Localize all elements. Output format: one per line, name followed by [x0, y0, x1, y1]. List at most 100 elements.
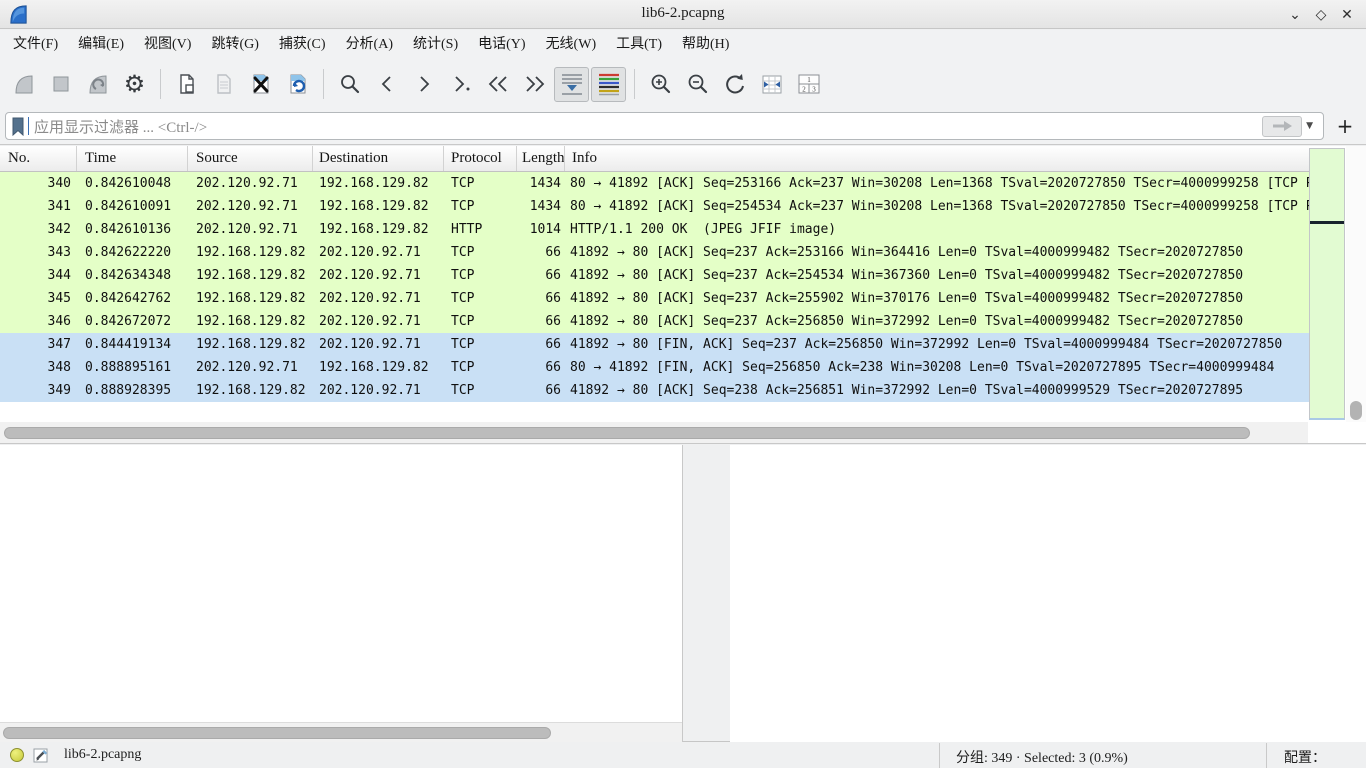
menu-item-8[interactable]: 无线(W) [536, 30, 607, 60]
go-first-button[interactable] [480, 67, 515, 102]
cell-time: 0.842642762 [77, 287, 188, 310]
status-profile[interactable]: 配置：Default [1284, 747, 1366, 768]
menu-item-1[interactable]: 编辑(E) [68, 30, 134, 60]
resize-columns-button[interactable] [754, 67, 789, 102]
add-filter-button[interactable]: + [1332, 114, 1358, 138]
packet-row[interactable]: 349 0.888928395 192.168.129.82 202.120.9… [0, 379, 1309, 402]
cell-source: 202.120.92.71 [188, 356, 313, 379]
apply-filter-button[interactable] [1262, 116, 1302, 137]
display-filter-input[interactable]: 应用显示过滤器 ... <Ctrl-/> ▼ [5, 112, 1324, 140]
menu-item-3[interactable]: 跳转(G) [201, 30, 268, 60]
cell-protocol: TCP [444, 172, 517, 195]
cell-no: 348 [0, 356, 77, 379]
go-back-button[interactable] [369, 67, 404, 102]
packet-list-vertical-scrollbar[interactable] [1346, 146, 1366, 422]
lower-panes [0, 445, 1366, 742]
cell-protocol: HTTP [444, 218, 517, 241]
column-header-no[interactable]: No. [0, 146, 77, 171]
cell-source: 202.120.92.71 [188, 172, 313, 195]
filter-dropdown-caret[interactable]: ▼ [1306, 121, 1313, 131]
menu-item-9[interactable]: 工具(T) [606, 30, 672, 60]
menu-item-7[interactable]: 电话(Y) [468, 30, 535, 60]
stop-capture-button[interactable] [43, 67, 78, 102]
toolbar-separator [634, 69, 635, 99]
cell-destination: 202.120.92.71 [313, 264, 444, 287]
reload-file-button[interactable] [280, 67, 315, 102]
packet-row[interactable]: 345 0.842642762 192.168.129.82 202.120.9… [0, 287, 1309, 310]
menu-item-6[interactable]: 统计(S) [403, 30, 468, 60]
packet-row[interactable]: 342 0.842610136 202.120.92.71 192.168.12… [0, 218, 1309, 241]
cell-length: 66 [517, 333, 565, 356]
packet-row[interactable]: 343 0.842622220 192.168.129.82 202.120.9… [0, 241, 1309, 264]
menu-item-10[interactable]: 帮助(H) [672, 30, 739, 60]
resize-columns-icon [760, 72, 784, 96]
auto-scroll-button[interactable] [554, 67, 589, 102]
double-chevron-right-icon [523, 72, 547, 96]
expert-info-icon[interactable] [10, 748, 24, 762]
cell-info: 41892 → 80 [ACK] Seq=237 Ack=255902 Win=… [565, 287, 1309, 310]
column-header-time[interactable]: Time [77, 146, 188, 171]
search-icon [338, 72, 362, 96]
colorize-icon [596, 71, 622, 97]
toolbar-separator [160, 69, 161, 99]
wireshark-window: lib6-2.pcapng ⌄ ◇ ✕ 文件(F)编辑(E)视图(V)跳转(G)… [0, 0, 1366, 768]
cell-info: 80 → 41892 [FIN, ACK] Seq=256850 Ack=238… [565, 356, 1309, 379]
go-to-packet-button[interactable] [443, 67, 478, 102]
cell-protocol: TCP [444, 379, 517, 402]
cell-protocol: TCP [444, 287, 517, 310]
close-file-button[interactable] [243, 67, 278, 102]
open-file-button[interactable] [169, 67, 204, 102]
zoom-out-button[interactable] [680, 67, 715, 102]
zoom-reset-button[interactable] [717, 67, 752, 102]
packet-row[interactable]: 344 0.842634348 192.168.129.82 202.120.9… [0, 264, 1309, 287]
packet-row[interactable]: 341 0.842610091 202.120.92.71 192.168.12… [0, 195, 1309, 218]
go-last-button[interactable] [517, 67, 552, 102]
packet-row[interactable]: 340 0.842610048 202.120.92.71 192.168.12… [0, 172, 1309, 195]
cell-time: 0.888895161 [77, 356, 188, 379]
vertical-scrollbar-thumb[interactable] [1350, 401, 1362, 420]
close-button[interactable]: ✕ [1334, 7, 1360, 23]
packet-list-horizontal-scrollbar[interactable] [0, 422, 1366, 444]
start-capture-button[interactable] [6, 67, 41, 102]
colorize-packets-button[interactable] [591, 67, 626, 102]
horizontal-scrollbar-track[interactable] [0, 422, 1308, 443]
packet-list: No. Time Source Destination Protocol Len… [0, 146, 1366, 422]
minimize-button[interactable]: ⌄ [1282, 7, 1308, 23]
cell-time: 0.842610091 [77, 195, 188, 218]
column-header-destination[interactable]: Destination [313, 146, 444, 171]
cell-destination: 192.168.129.82 [313, 356, 444, 379]
find-packet-button[interactable] [332, 67, 367, 102]
column-header-length[interactable]: Length [517, 146, 565, 171]
cell-time: 0.888928395 [77, 379, 188, 402]
restart-capture-button[interactable] [80, 67, 115, 102]
packet-row[interactable]: 348 0.888895161 202.120.92.71 192.168.12… [0, 356, 1309, 379]
packet-row[interactable]: 347 0.844419134 192.168.129.82 202.120.9… [0, 333, 1309, 356]
go-forward-button[interactable] [406, 67, 441, 102]
packet-row[interactable]: 346 0.842672072 192.168.129.82 202.120.9… [0, 310, 1309, 333]
menu-item-0[interactable]: 文件(F) [3, 30, 68, 60]
zoom-in-button[interactable] [643, 67, 678, 102]
cell-destination: 192.168.129.82 [313, 218, 444, 241]
intelligent-scrollbar-minimap[interactable] [1309, 148, 1345, 420]
layout-button[interactable]: 1 2 3 [791, 67, 826, 102]
title-bar: lib6-2.pcapng ⌄ ◇ ✕ [0, 0, 1366, 29]
capture-options-button[interactable]: ⚙ [117, 67, 152, 102]
maximize-button[interactable]: ◇ [1308, 7, 1334, 23]
column-header-source[interactable]: Source [188, 146, 313, 171]
bookmark-icon[interactable] [11, 117, 25, 136]
packet-rows: 340 0.842610048 202.120.92.71 192.168.12… [0, 172, 1309, 402]
column-header-info[interactable]: Info [565, 146, 1309, 171]
save-file-button[interactable] [206, 67, 241, 102]
close-file-icon [249, 72, 273, 96]
details-scrollbar-thumb[interactable] [3, 727, 551, 739]
menu-item-5[interactable]: 分析(A) [336, 30, 403, 60]
details-horizontal-scrollbar[interactable] [0, 722, 682, 742]
menu-item-2[interactable]: 视图(V) [134, 30, 201, 60]
capture-comment-icon[interactable] [33, 747, 50, 764]
svg-text:3: 3 [812, 86, 816, 94]
menu-item-4[interactable]: 捕获(C) [269, 30, 336, 60]
column-header-protocol[interactable]: Protocol [444, 146, 517, 171]
cell-info: 41892 → 80 [ACK] Seq=237 Ack=253166 Win=… [565, 241, 1309, 264]
horizontal-scrollbar-thumb[interactable] [4, 427, 1250, 439]
cell-no: 340 [0, 172, 77, 195]
